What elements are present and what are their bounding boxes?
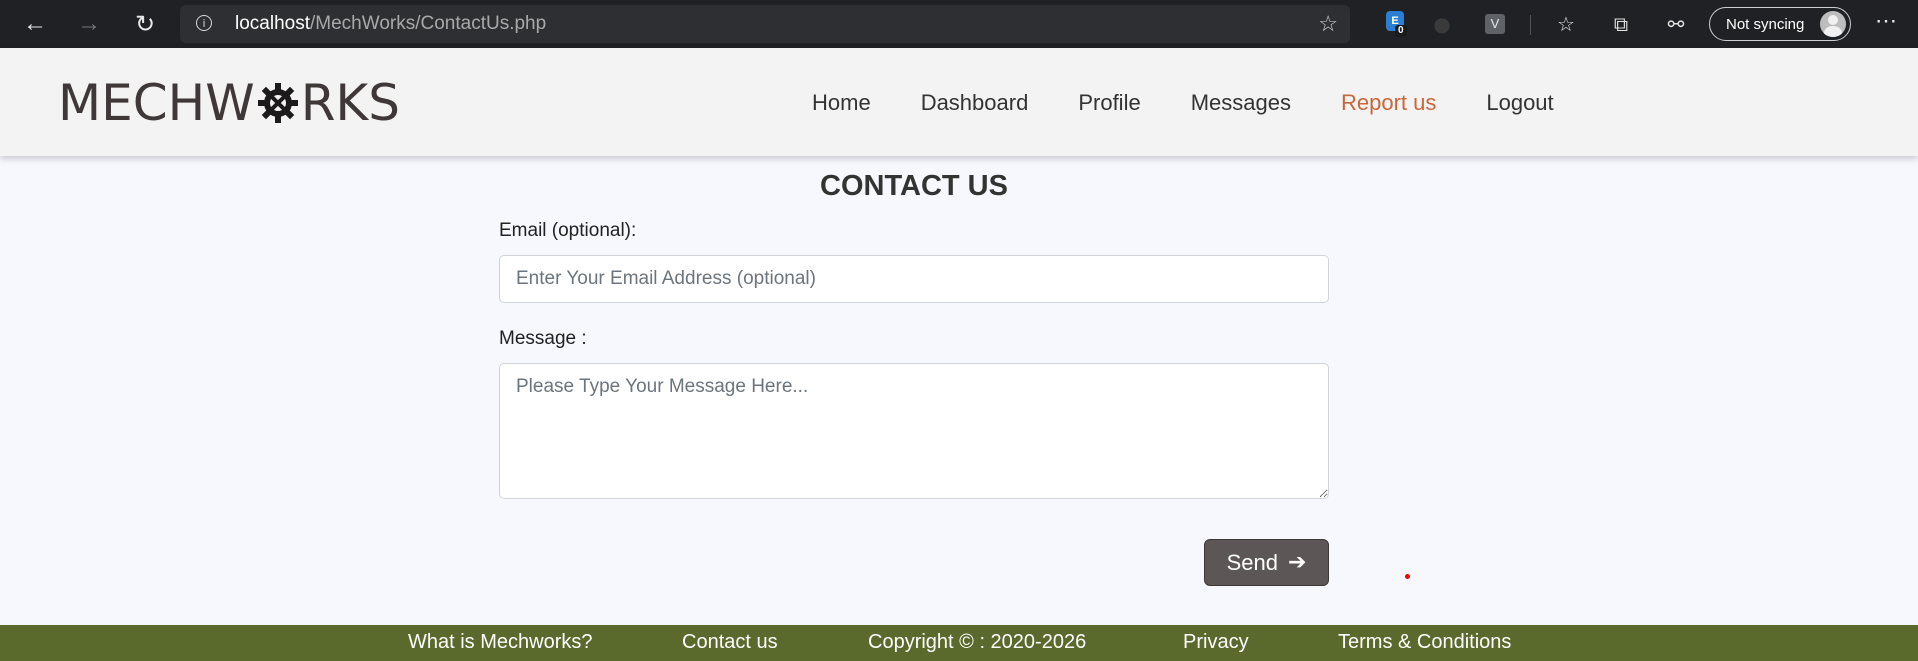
logo-text-suffix: RKS: [300, 74, 400, 132]
gear-wrench-icon: [257, 83, 298, 123]
nav-report-us[interactable]: Report us: [1341, 90, 1436, 116]
email-field[interactable]: [499, 255, 1329, 303]
nav-profile[interactable]: Profile: [1078, 90, 1140, 116]
footer-terms[interactable]: Terms & Conditions: [1338, 631, 1511, 654]
cursor-dot: [1405, 574, 1410, 579]
footer-what-is-mechworks[interactable]: What is Mechworks?: [408, 631, 593, 654]
message-textarea[interactable]: [499, 363, 1329, 499]
more-options-icon[interactable]: ⋯: [1875, 8, 1897, 34]
forward-icon[interactable]: →: [74, 10, 104, 38]
browser-essentials-icon[interactable]: ⚯: [1662, 10, 1690, 38]
message-label: Message :: [499, 328, 587, 349]
toolbar-divider: [1530, 15, 1531, 35]
extension-badge-count: 0: [1395, 25, 1407, 37]
browser-toolbar: ← → ↻ i localhost/MechWorks/ContactUs.ph…: [0, 0, 1918, 48]
site-info-icon[interactable]: i: [196, 15, 212, 31]
footer-contact-us[interactable]: Contact us: [682, 631, 778, 654]
main-nav: Home Dashboard Profile Messages Report u…: [812, 90, 1604, 116]
avatar: [1820, 11, 1846, 37]
site-footer: What is Mechworks? Contact us Copyright …: [0, 625, 1918, 661]
url-path: /MechWorks/ContactUs.php: [310, 13, 547, 34]
page-title: CONTACT US: [820, 170, 1008, 202]
sync-label: Not syncing: [1726, 16, 1805, 33]
arrow-right-icon: ➔: [1287, 550, 1307, 575]
refresh-icon[interactable]: ↻: [130, 10, 160, 38]
v-extension-icon[interactable]: V: [1485, 14, 1505, 34]
footer-privacy[interactable]: Privacy: [1183, 631, 1249, 654]
logo-text-prefix: MECHW: [58, 74, 255, 132]
nav-logout[interactable]: Logout: [1486, 90, 1553, 116]
footer-copyright: Copyright © : 2020-2026: [868, 631, 1087, 653]
site-header: MECHW RKS Home Dashboard Profile Message…: [0, 48, 1918, 156]
address-bar[interactable]: i localhost/MechWorks/ContactUs.php ☆: [180, 5, 1350, 43]
url-host: localhost: [235, 13, 310, 34]
add-favorite-icon[interactable]: ☆: [1318, 11, 1338, 37]
nav-messages[interactable]: Messages: [1191, 90, 1291, 116]
nav-dashboard[interactable]: Dashboard: [921, 90, 1029, 116]
nav-home[interactable]: Home: [812, 90, 871, 116]
email-label: Email (optional):: [499, 220, 637, 241]
mechworks-logo[interactable]: MECHW RKS: [58, 74, 400, 132]
favorites-icon[interactable]: ☆: [1552, 10, 1580, 38]
address-url[interactable]: localhost/MechWorks/ContactUs.php: [235, 13, 546, 35]
extension-disabled-icon[interactable]: ●: [1428, 10, 1456, 38]
profile-sync-button[interactable]: Not syncing: [1709, 7, 1851, 41]
collections-icon[interactable]: ⧉: [1607, 10, 1635, 38]
back-icon[interactable]: ←: [20, 10, 50, 38]
send-button-label: Send: [1226, 549, 1278, 575]
send-button[interactable]: Send ➔: [1204, 539, 1329, 586]
extension-icon[interactable]: E0: [1386, 11, 1407, 37]
